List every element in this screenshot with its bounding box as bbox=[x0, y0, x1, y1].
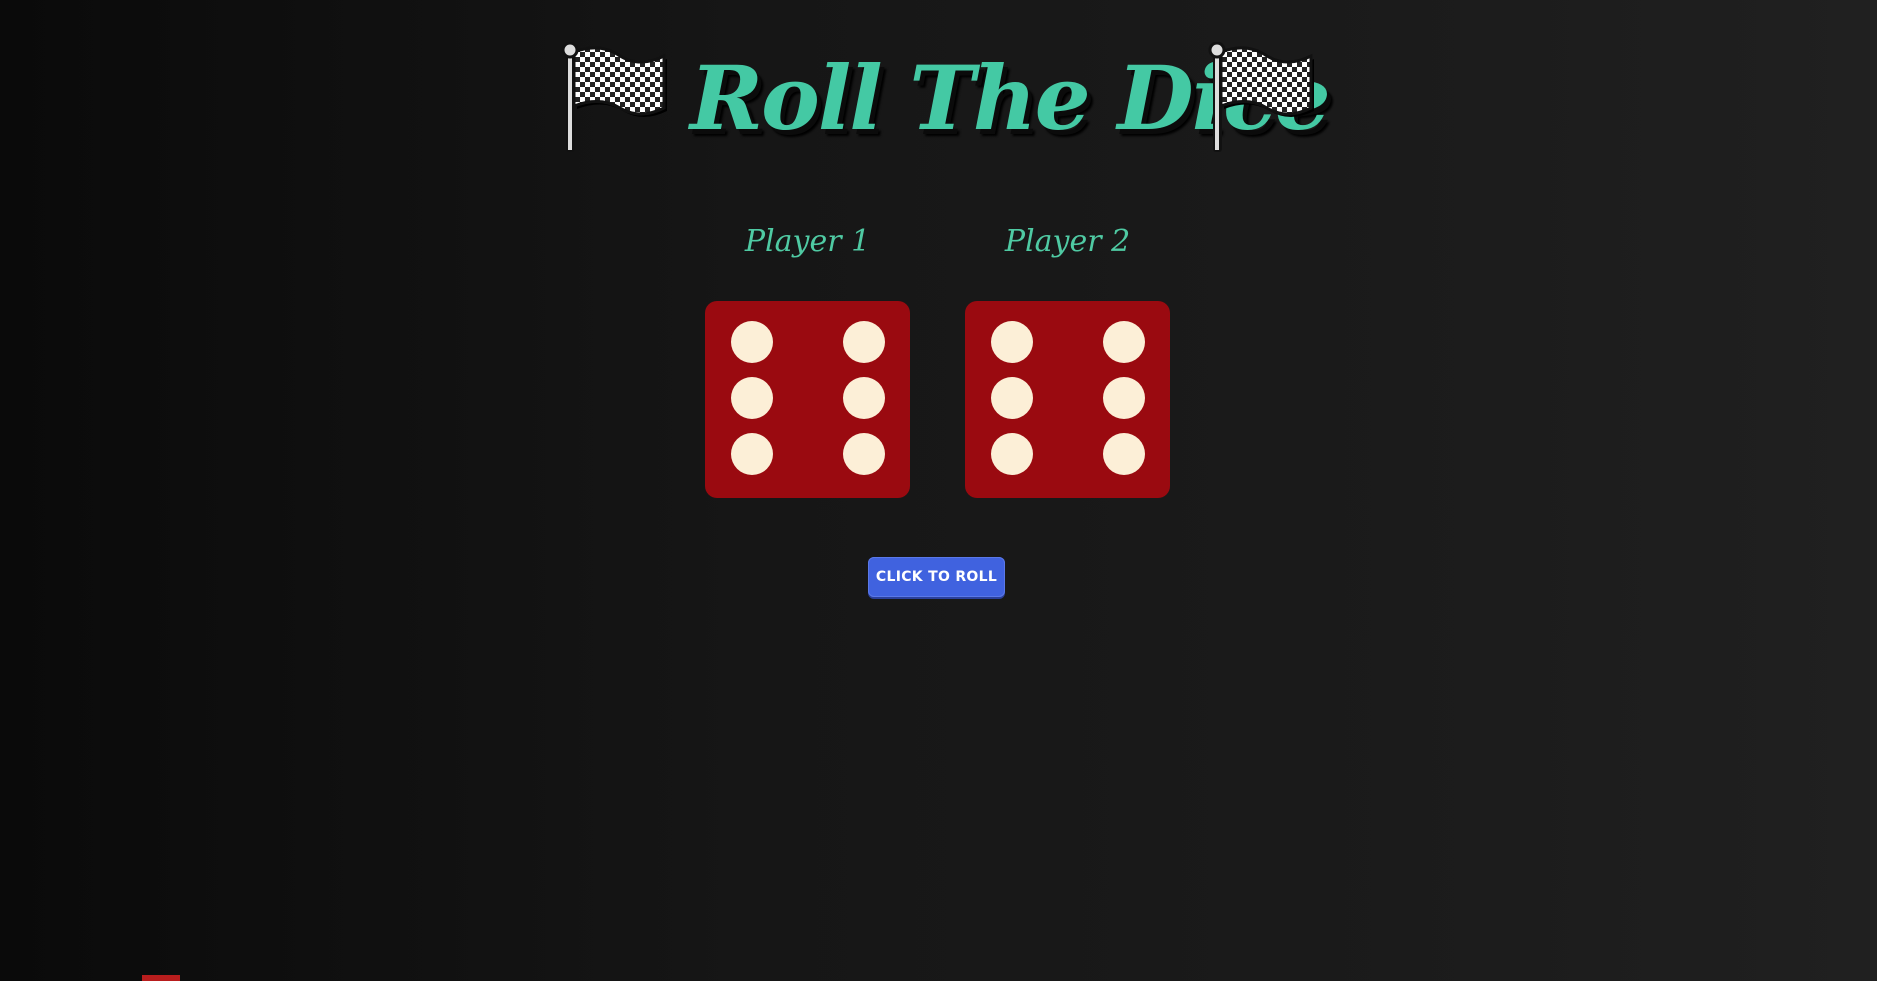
die-pip bbox=[731, 321, 773, 363]
player-2: Player 2 bbox=[965, 214, 1170, 270]
die-pip bbox=[991, 433, 1033, 475]
die-pip bbox=[843, 377, 885, 419]
player-1-label: Player 1 bbox=[744, 224, 871, 259]
die-pip bbox=[991, 321, 1033, 363]
checkered-flag-icon bbox=[1208, 42, 1314, 152]
player-1-die bbox=[705, 301, 910, 498]
roll-button[interactable]: CLICK TO ROLL bbox=[868, 557, 1005, 597]
player-1: Player 1 bbox=[705, 214, 910, 270]
die-pip bbox=[1103, 433, 1145, 475]
die-pip bbox=[843, 433, 885, 475]
player-2-die bbox=[965, 301, 1170, 498]
die-pip bbox=[1103, 321, 1145, 363]
die-pip bbox=[1103, 377, 1145, 419]
checkered-flag-icon bbox=[561, 42, 667, 152]
die-pip bbox=[731, 433, 773, 475]
die-pip bbox=[843, 321, 885, 363]
header: Roll The Dice bbox=[0, 38, 1877, 158]
die-pip bbox=[991, 377, 1033, 419]
player-2-label: Player 2 bbox=[1004, 224, 1131, 259]
page-title: Roll The Dice bbox=[690, 46, 1331, 150]
die-pip bbox=[731, 377, 773, 419]
bottom-indicator bbox=[142, 975, 180, 981]
